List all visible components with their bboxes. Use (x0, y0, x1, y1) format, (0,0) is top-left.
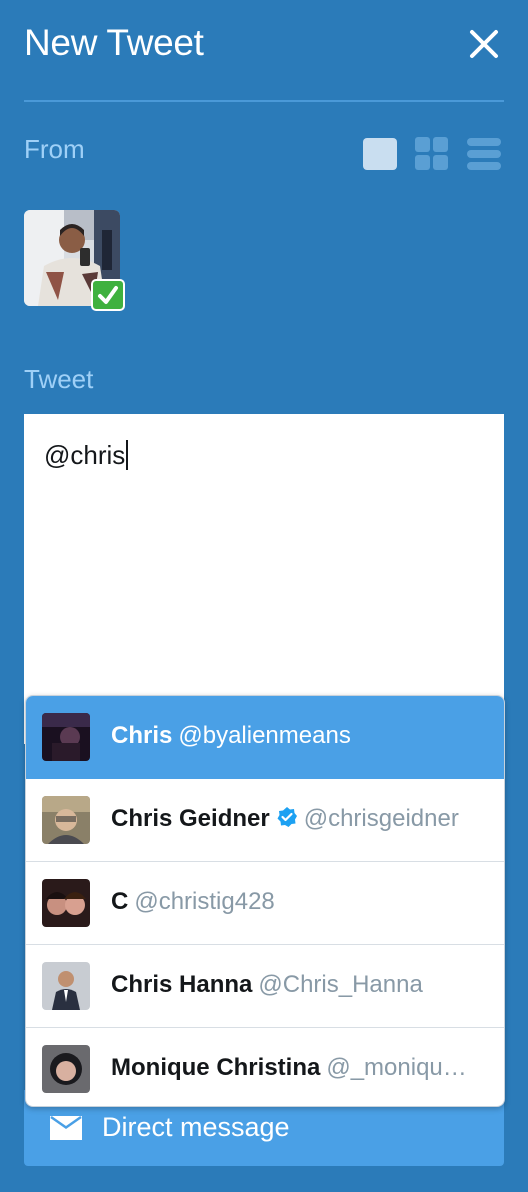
mention-suggestions: Chris @byalienmeans Chris Geidner @chrisge… (25, 695, 505, 1107)
avatar (42, 713, 90, 761)
tweet-label: Tweet (24, 364, 94, 394)
avatar (42, 796, 90, 844)
suggestion-name: Chris Hanna (111, 971, 253, 998)
page-title: New Tweet (24, 22, 204, 63)
avatar (42, 1045, 90, 1093)
suggestion-name: C (111, 888, 129, 915)
suggestion-item[interactable]: Monique Christina @_moniqu… (26, 1028, 504, 1106)
grid-icon[interactable] (414, 136, 450, 172)
suggestion-name: Monique Christina (111, 1054, 321, 1081)
suggestion-item[interactable]: Chris Geidner @chrisgeidner (26, 779, 504, 862)
list-icon[interactable] (466, 136, 502, 172)
suggestion-handle: @_moniqu… (326, 1054, 467, 1081)
from-label: From (24, 134, 85, 164)
tweet-text: @chris (44, 440, 129, 471)
suggestion-handle: @chrisgeidner (303, 805, 459, 832)
suggestion-item[interactable]: Chris @byalienmeans (26, 696, 504, 779)
suggestion-name: Chris Geidner (111, 805, 270, 832)
suggestion-handle: @christig428 (134, 888, 275, 915)
avatar (42, 962, 90, 1010)
suggestion-item[interactable]: C @christig428 (26, 862, 504, 945)
suggestion-text: C @christig428 (111, 888, 488, 916)
direct-message-label: Direct message (102, 1112, 290, 1142)
suggestion-text: Monique Christina @_moniqu… (111, 1054, 488, 1082)
close-button[interactable] (464, 24, 504, 64)
single-column-icon[interactable] (362, 136, 398, 172)
suggestion-handle: @Chris_Hanna (258, 971, 423, 998)
selected-check-icon (91, 279, 125, 311)
avatar (42, 879, 90, 927)
suggestion-text: Chris @byalienmeans (111, 722, 488, 750)
suggestion-name: Chris (111, 722, 173, 749)
suggestion-item[interactable]: Chris Hanna @Chris_Hanna (26, 945, 504, 1028)
envelope-icon (50, 1115, 82, 1140)
close-icon[interactable] (464, 24, 504, 64)
text-caret (126, 440, 129, 471)
suggestion-handle: @byalienmeans (178, 722, 351, 749)
suggestion-text: Chris Hanna @Chris_Hanna (111, 971, 488, 999)
verified-badge-icon (277, 806, 297, 827)
header-divider (24, 100, 504, 102)
suggestion-text: Chris Geidner @chrisgeidner (111, 805, 488, 833)
